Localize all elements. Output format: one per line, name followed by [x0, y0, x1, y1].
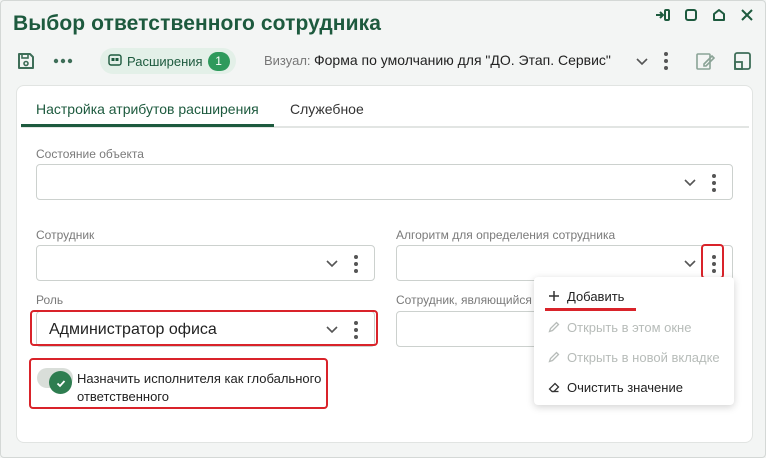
tab-bar: Настройка атрибутов расширения Служебное [21, 90, 749, 128]
menu-button-highlight [701, 244, 724, 279]
tab-service[interactable]: Служебное [290, 101, 364, 117]
extensions-button[interactable]: Расширения 1 [100, 48, 236, 74]
maximize-icon[interactable] [681, 5, 701, 25]
menu-item-open-here-label: Открыть в этом окне [567, 319, 692, 335]
chevron-down-icon[interactable] [682, 255, 698, 271]
role-label: Роль [36, 293, 64, 307]
window-title: Выбор ответственного сотрудника [13, 12, 381, 35]
pin-icon[interactable] [653, 5, 673, 25]
tab-extension-attributes[interactable]: Настройка атрибутов расширения [36, 101, 259, 117]
menu-item-open-here[interactable]: Открыть в этом окне [534, 313, 734, 341]
pencil-icon [547, 320, 561, 334]
extensions-label: Расширения [127, 53, 203, 69]
algorithm-label: Алгоритм для определения сотрудника [396, 228, 616, 242]
add-highlight-underline [545, 308, 636, 311]
toolbar: Расширения 1 Визуал: Форма по умолчанию … [1, 45, 766, 79]
pencil-icon [547, 350, 561, 364]
menu-item-add[interactable]: Добавить [534, 282, 734, 310]
field-context-menu: Добавить Открыть в этом окне Открыть в н… [534, 277, 734, 405]
object-state-field[interactable] [36, 164, 733, 200]
global-responsible-toggle-row: Назначить исполнителя как глобального от… [29, 358, 328, 409]
chevron-down-icon[interactable] [682, 174, 698, 190]
view-label: Визуал: [264, 53, 311, 68]
field-menu-icon[interactable] [709, 172, 719, 194]
employee-field[interactable] [36, 245, 375, 281]
menu-item-clear-label: Очистить значение [567, 379, 683, 395]
role-highlight [30, 310, 378, 346]
more-vertical-icon[interactable] [654, 49, 678, 73]
check-icon [49, 371, 72, 394]
object-state-label: Состояние объекта [36, 147, 144, 161]
field-menu-icon[interactable] [351, 253, 361, 275]
menu-item-clear[interactable]: Очистить значение [534, 373, 734, 401]
global-responsible-toggle[interactable] [37, 368, 73, 394]
view-selector[interactable]: Форма по умолчанию для "ДО. Этап. Сервис… [314, 52, 611, 68]
close-icon[interactable] [737, 5, 757, 25]
menu-item-open-new-tab-label: Открыть в новой вкладке [567, 349, 720, 365]
layout-icon[interactable] [730, 49, 754, 73]
menu-item-add-label: Добавить [567, 288, 625, 304]
window-controls [653, 5, 757, 25]
employee-label: Сотрудник [36, 228, 95, 242]
responsible-employee-label: Сотрудник, являющийся о [396, 293, 542, 307]
collapse-icon[interactable] [709, 5, 729, 25]
menu-item-open-new-tab[interactable]: Открыть в новой вкладке [534, 343, 734, 371]
view-chevron-down-icon[interactable] [630, 49, 654, 73]
edit-form-icon[interactable] [693, 49, 717, 73]
extensions-count-badge: 1 [207, 51, 230, 71]
algorithm-field[interactable] [396, 245, 733, 281]
global-responsible-toggle-label: Назначить исполнителя как глобального от… [77, 371, 322, 404]
save-icon[interactable] [14, 49, 38, 73]
extensions-icon [108, 53, 122, 69]
plus-icon [547, 289, 561, 303]
more-horizontal-icon[interactable] [51, 49, 75, 73]
dialog-window: Выбор ответственного сотрудника Расширен… [0, 0, 766, 458]
active-tab-indicator [21, 124, 274, 127]
chevron-down-icon[interactable] [324, 255, 340, 271]
eraser-icon [547, 380, 561, 394]
